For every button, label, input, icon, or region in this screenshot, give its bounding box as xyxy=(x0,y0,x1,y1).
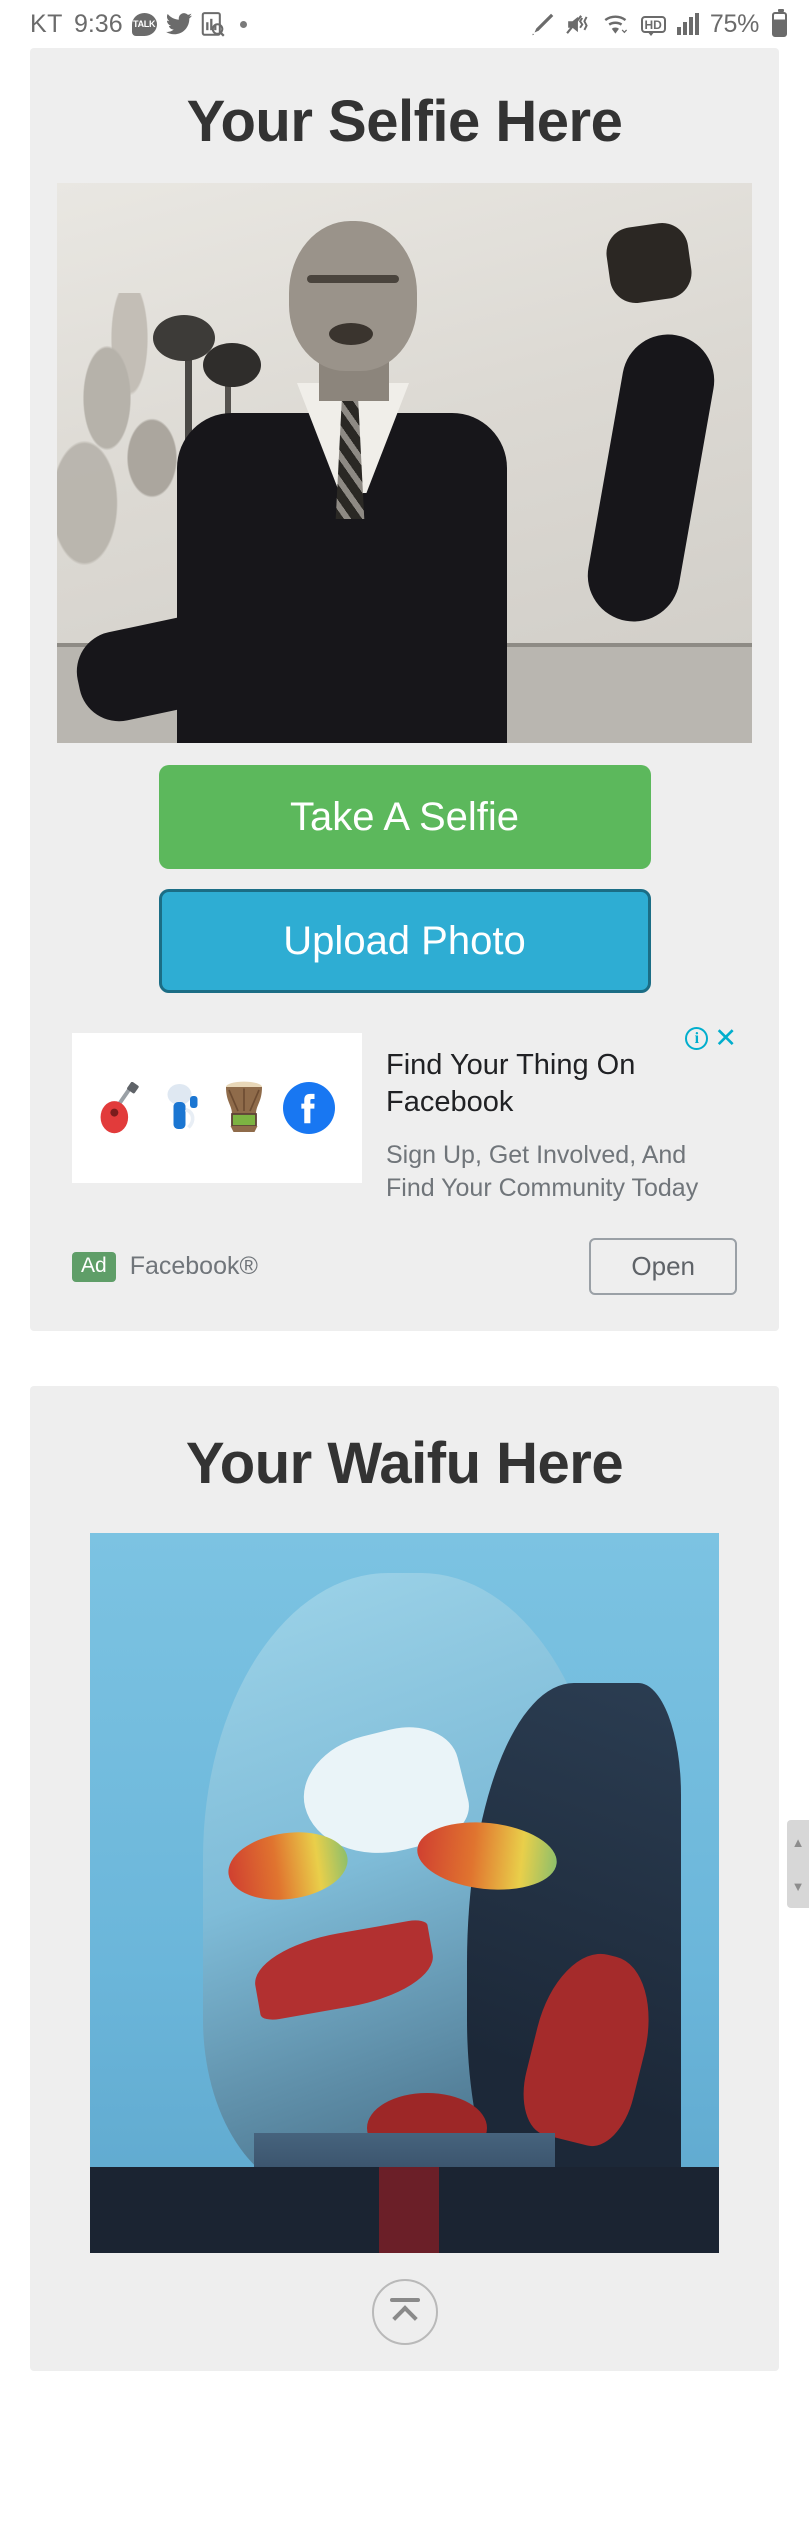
hd-icon: HD xyxy=(640,15,666,36)
battery-icon xyxy=(772,8,787,37)
clock-label: 9:36 xyxy=(73,9,123,38)
kakaotalk-icon: TALK xyxy=(131,12,157,36)
chevron-up-icon xyxy=(391,2304,418,2331)
guitar-icon xyxy=(99,1082,145,1134)
twitter-icon xyxy=(165,13,192,35)
carrier-label: KT xyxy=(30,9,63,38)
signal-bars-icon xyxy=(676,13,699,35)
selfie-photo[interactable] xyxy=(57,183,752,743)
wifi-icon xyxy=(603,12,630,36)
ad-description: Sign Up, Get Involved, And Find Your Com… xyxy=(386,1141,699,1202)
chevron-down-small-icon: ▼ xyxy=(791,1878,805,1894)
waifu-photo[interactable] xyxy=(90,1533,719,2254)
chevron-up-small-icon: ▲ xyxy=(791,1834,805,1850)
status-bar-left: KT 9:36 TALK xyxy=(30,10,247,39)
stylus-icon xyxy=(530,12,555,37)
page-title-waifu: Your Waifu Here xyxy=(185,1431,624,1497)
status-bar-right: HD 75% xyxy=(530,8,787,39)
waifu-photo-wrap xyxy=(30,1533,779,2254)
ad-open-button[interactable]: Open xyxy=(589,1238,737,1296)
dot-icon xyxy=(239,20,247,28)
ad-footer: Ad Facebook® Open xyxy=(72,1238,737,1296)
scrollbar-handle[interactable]: ▲ ▼ xyxy=(787,1820,809,1908)
mute-vibrate-icon xyxy=(565,12,592,37)
upload-photo-button[interactable]: Upload Photo xyxy=(158,889,651,993)
action-buttons: Take A Selfie Upload Photo xyxy=(30,743,779,993)
ad-advertiser-label: Facebook® xyxy=(129,1252,258,1281)
ad-title[interactable]: Find Your Thing On Facebook xyxy=(386,1047,737,1121)
ad-thumbnail[interactable] xyxy=(72,1033,362,1183)
waifu-card: Your Waifu Here xyxy=(30,1386,779,2372)
selfie-photo-wrap xyxy=(30,183,779,743)
ad-badge: Ad xyxy=(72,1251,116,1282)
ad-top: Find Your Thing On Facebook Sign Up, Get… xyxy=(72,1025,737,1204)
ad-attribution: Ad Facebook® xyxy=(72,1251,258,1282)
advertisement: Find Your Thing On Facebook Sign Up, Get… xyxy=(72,1025,737,1296)
close-icon[interactable]: ✕ xyxy=(714,1025,737,1052)
page-title-selfie: Your Selfie Here xyxy=(186,89,623,154)
status-bar: KT 9:36 TALK HD 75% xyxy=(0,0,809,48)
ad-body: Find Your Thing On Facebook Sign Up, Get… xyxy=(386,1033,737,1204)
take-selfie-button[interactable]: Take A Selfie xyxy=(158,765,651,869)
page-wrapper: KT 9:36 TALK HD 75% Your Selfie Here Tak… xyxy=(0,0,809,2372)
page-content: Your Selfie Here Take A Selfie Upload Ph… xyxy=(0,48,809,2372)
facebook-logo-icon xyxy=(283,1082,335,1134)
scroll-top-wrap xyxy=(30,2253,779,2371)
scroll-top-bar-icon xyxy=(389,2297,420,2302)
adchoices-info-icon[interactable]: i xyxy=(685,1027,709,1050)
battery-percent-label: 75% xyxy=(709,9,759,38)
scroll-to-top-button[interactable] xyxy=(371,2279,438,2346)
djembe-drum-icon xyxy=(223,1081,265,1135)
microphone-icon xyxy=(163,1082,205,1134)
document-search-icon xyxy=(201,11,225,37)
ad-choices: i ✕ xyxy=(685,1025,737,1052)
selfie-card: Your Selfie Here Take A Selfie Upload Ph… xyxy=(30,48,779,1332)
